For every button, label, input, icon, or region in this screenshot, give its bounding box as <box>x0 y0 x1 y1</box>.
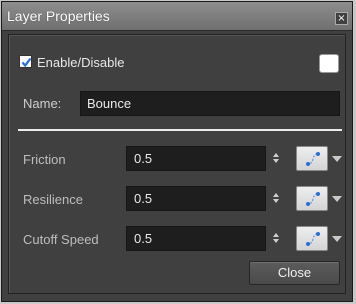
resilience-function-button[interactable] <box>296 186 328 211</box>
spin-arrows-icon <box>273 233 279 243</box>
checkmark-icon <box>21 57 32 68</box>
spin-arrows-icon <box>273 193 279 203</box>
cutoff-speed-function-button[interactable] <box>296 226 328 251</box>
cutoff-speed-field[interactable]: 0.5 <box>126 226 266 251</box>
cutoff-speed-label: Cutoff Speed <box>23 232 99 247</box>
cutoff-speed-spinner[interactable] <box>272 226 282 251</box>
cutoff-speed-function-dropdown[interactable] <box>331 226 343 251</box>
friction-function-dropdown[interactable] <box>331 146 343 171</box>
function-curve-icon <box>306 152 320 166</box>
friction-spinner[interactable] <box>272 146 282 171</box>
function-curve-icon <box>306 192 320 206</box>
name-field[interactable]: Bounce <box>80 91 340 116</box>
layer-color-swatch[interactable] <box>319 54 339 73</box>
friction-field[interactable]: 0.5 <box>126 146 266 171</box>
close-button[interactable]: Close <box>249 261 340 285</box>
window-title: Layer Properties <box>7 8 110 24</box>
resilience-spinner[interactable] <box>272 186 282 211</box>
spin-arrows-icon <box>273 153 279 163</box>
name-label: Name: <box>23 96 62 111</box>
resilience-function-dropdown[interactable] <box>331 186 343 211</box>
chevron-down-icon <box>332 156 342 162</box>
title-bar[interactable]: Layer Properties × <box>2 2 352 31</box>
resilience-field[interactable]: 0.5 <box>126 186 266 211</box>
friction-label: Friction <box>23 152 66 167</box>
chevron-down-icon <box>332 236 342 242</box>
enable-disable-label: Enable/Disable <box>37 55 125 70</box>
divider <box>18 129 342 131</box>
friction-function-button[interactable] <box>296 146 328 171</box>
resilience-label: Resilience <box>23 192 83 207</box>
chevron-down-icon <box>332 196 342 202</box>
close-window-icon[interactable]: × <box>335 12 348 25</box>
function-curve-icon <box>306 232 320 246</box>
enable-checkbox[interactable] <box>19 55 32 68</box>
